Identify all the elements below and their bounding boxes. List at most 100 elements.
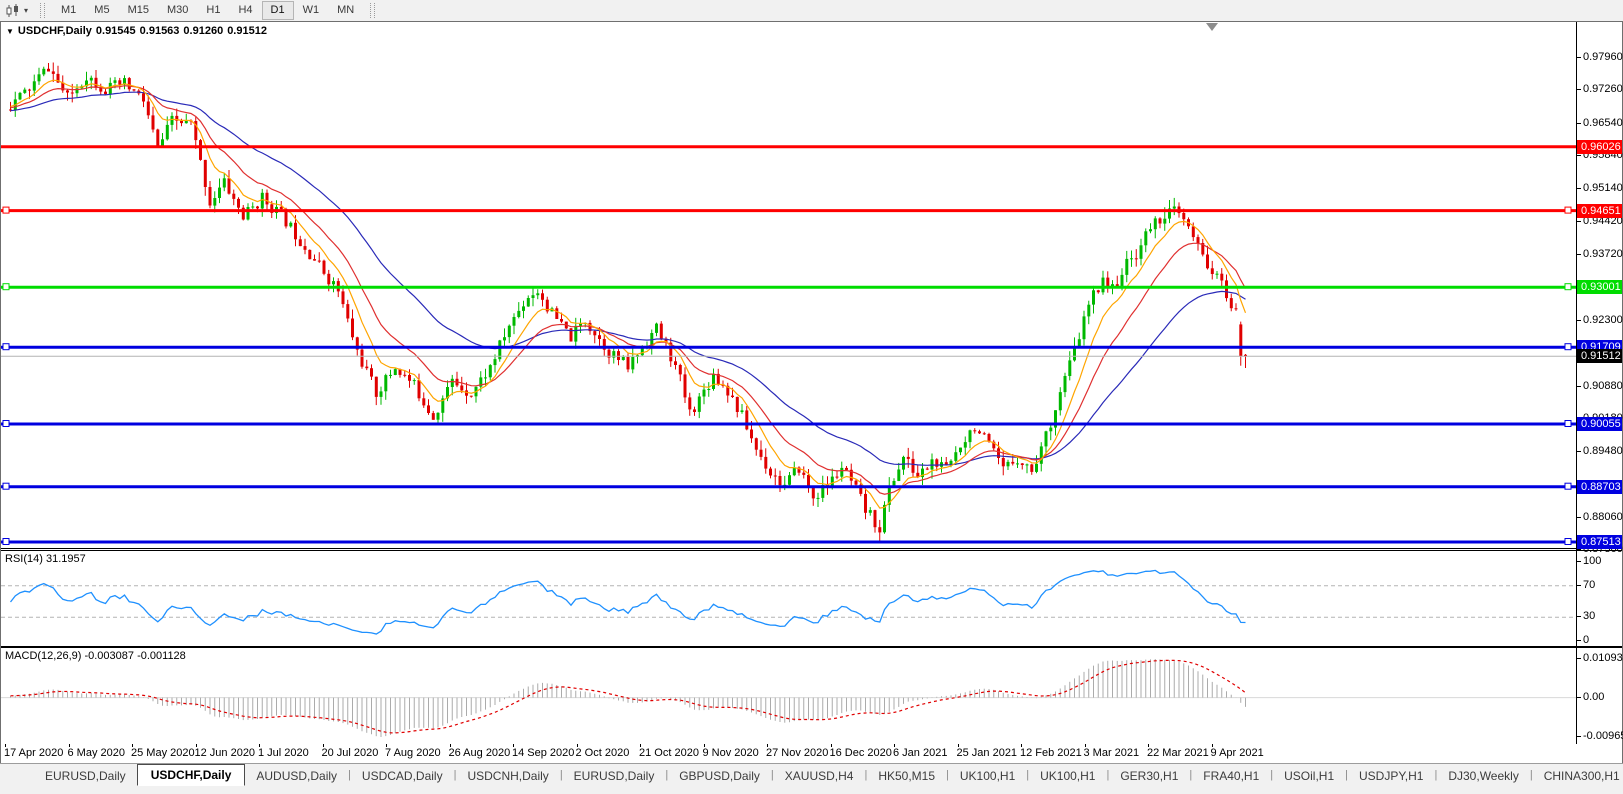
tab-usoil-h1[interactable]: USOil,H1: [1273, 766, 1345, 786]
price-tick-label: 0.97260: [1583, 83, 1623, 95]
hline-handle-right[interactable]: [1564, 420, 1572, 427]
axis-tick-dash: [1577, 585, 1581, 586]
hline-handle-left[interactable]: [2, 206, 10, 214]
tab-usdjpy-h1[interactable]: USDJPY,H1: [1348, 766, 1434, 786]
date-label: 9 Nov 2020: [702, 747, 759, 759]
price-tick-label: 0.93720: [1583, 248, 1623, 260]
price-axis[interactable]: 0.97960 0.97260 0.96540 0.95840 0.95140 0.944…: [1577, 22, 1623, 745]
symbol-label: USDCHF,Daily: [17, 25, 92, 37]
toolbar-grip-2: [370, 3, 376, 18]
hline-handle-right[interactable]: [1564, 482, 1572, 490]
tab-fra40-h1[interactable]: FRA40,H1: [1192, 766, 1270, 786]
rsi-line: [9, 569, 1246, 635]
price-tick-label: 0.96540: [1583, 117, 1623, 129]
rsi-canvas[interactable]: [1, 552, 1576, 645]
tab-audusd-daily[interactable]: AUDUSD,Daily: [245, 766, 348, 786]
top-toolbar: ▾ M1 M5 M15 M30 H1 H4 D1 W1 MN: [0, 0, 1623, 21]
price-tick-label: 0.89480: [1583, 445, 1623, 457]
axis-tick-dash: [1577, 616, 1581, 617]
date-label: 22 Mar 2021: [1147, 747, 1209, 759]
axis-tick-dash: [1577, 549, 1581, 550]
timeframe-buttons: M1 M5 M15 M30 H1 H4 D1 W1 MN: [52, 1, 363, 20]
axis-tick-dash: [1577, 221, 1581, 222]
tab-dj30-weekly[interactable]: DJ30,Weekly: [1437, 766, 1529, 786]
macd-tick-label: 0.010933: [1583, 652, 1623, 664]
timeframe-m5[interactable]: M5: [85, 1, 118, 20]
tab-eurusd-daily[interactable]: EURUSD,Daily: [34, 766, 137, 786]
chart-title: ▼ USDCHF,Daily 0.91545 0.91563 0.91260 0.9151…: [6, 25, 271, 37]
axis-tick-dash: [1577, 57, 1581, 58]
hline-price-badge: 0.88703: [1577, 480, 1622, 494]
timeframe-mn[interactable]: MN: [328, 1, 363, 20]
tab-usdcnh-daily[interactable]: USDCNH,Daily: [456, 766, 559, 786]
price-chart-canvas[interactable]: [1, 22, 1576, 547]
axis-tick-dash: [1577, 561, 1581, 562]
ohlc-open: 0.91545: [95, 25, 136, 37]
chart-tab-bar: EURUSD,Daily USDCHF,Daily AUDUSD,Daily | USD…: [0, 763, 1623, 786]
date-label: 6 Jan 2021: [893, 747, 948, 759]
tab-usdchf-daily[interactable]: USDCHF,Daily: [136, 764, 246, 786]
date-label: 14 Sep 2020: [512, 747, 575, 759]
timeframe-m1[interactable]: M1: [52, 1, 85, 20]
tab-ger30-h1[interactable]: GER30,H1: [1109, 766, 1189, 786]
tab-gbpusd-daily[interactable]: GBPUSD,Daily: [668, 766, 771, 786]
macd-pane[interactable]: MACD(12,26,9) -0.003087 -0.001128: [1, 647, 1622, 746]
timeframe-w1[interactable]: W1: [294, 1, 329, 20]
axis-tick-dash: [1577, 386, 1581, 387]
axis-tick-dash: [1577, 736, 1581, 737]
hline-handle-right[interactable]: [1564, 538, 1572, 545]
hline-price-badge: 0.90055: [1577, 417, 1622, 431]
axis-tick-dash: [1577, 89, 1581, 90]
date-label: 20 Jul 2020: [321, 747, 379, 759]
axis-tick-dash: [1577, 320, 1581, 321]
tab-hk50-m15[interactable]: HK50,M15: [867, 766, 946, 786]
date-label: 12 Jun 2020: [194, 747, 256, 759]
macd-canvas[interactable]: [1, 649, 1576, 744]
date-label: 16 Dec 2020: [829, 747, 892, 759]
price-pane[interactable]: ▼ USDCHF,Daily 0.91545 0.91563 0.91260 0.9151…: [1, 22, 1622, 549]
axis-tick-dash: [1577, 451, 1581, 452]
hline-handle-left[interactable]: [2, 482, 10, 490]
hline-price-badge: 0.87513: [1577, 535, 1622, 549]
price-tick-label: 0.95140: [1583, 182, 1623, 194]
chart-type-button[interactable]: ▾: [0, 0, 33, 21]
hline-handle-right[interactable]: [1564, 283, 1572, 291]
hline-handle-left[interactable]: [2, 343, 10, 351]
time-axis[interactable]: 17 Apr 2020 6 May 2020 25 May 2020 12 Jun 2…: [1, 744, 1622, 761]
hline-handle-right[interactable]: [1564, 343, 1572, 351]
axis-tick-dash: [1577, 640, 1581, 641]
price-tick-label: 0.90880: [1583, 380, 1623, 392]
rsi-tick-label: 0: [1583, 634, 1590, 646]
timeframe-m15[interactable]: M15: [119, 1, 158, 20]
timeframe-h4[interactable]: H4: [229, 1, 261, 20]
axis-tick-dash: [1577, 658, 1581, 659]
date-label: 26 Aug 2020: [448, 747, 511, 759]
tab-eurusd-daily[interactable]: EURUSD,Daily: [563, 766, 666, 786]
hline-handle-right[interactable]: [1564, 206, 1572, 214]
tab-usdcad-daily[interactable]: USDCAD,Daily: [351, 766, 454, 786]
rsi-pane[interactable]: RSI(14) 31.1957: [1, 550, 1622, 647]
ohlc-close: 0.91512: [227, 25, 267, 37]
date-label: 21 Oct 2020: [639, 747, 699, 759]
timeframe-h1[interactable]: H1: [197, 1, 229, 20]
tab-uk100-h1[interactable]: UK100,H1: [949, 766, 1026, 786]
ohlc-low: 0.91260: [183, 25, 224, 37]
hline-handle-left[interactable]: [2, 420, 10, 427]
date-label: 3 Mar 2021: [1083, 747, 1140, 759]
timeframe-m30[interactable]: M30: [158, 1, 197, 20]
tab-uk100-h1[interactable]: UK100,H1: [1029, 766, 1106, 786]
collapse-triangle-icon[interactable]: ▼: [6, 27, 14, 36]
rsi-tick-label: 100: [1583, 555, 1602, 567]
date-label: 1 Jul 2020: [258, 747, 309, 759]
hline-handle-left[interactable]: [2, 283, 10, 291]
rsi-tick-label: 30: [1583, 610, 1596, 622]
axis-tick-dash: [1577, 697, 1581, 698]
chart-shift-marker-icon[interactable]: [1206, 23, 1218, 31]
date-label: 17 Apr 2020: [4, 747, 64, 759]
axis-tick-dash: [1577, 123, 1581, 124]
timeframe-d1[interactable]: D1: [261, 1, 294, 20]
hline-handle-left[interactable]: [2, 538, 10, 545]
tab-xauusd-h4[interactable]: XAUUSD,H4: [774, 766, 865, 786]
tab-china300-h1[interactable]: CHINA300,H1: [1533, 766, 1623, 786]
chart-window: ▼ USDCHF,Daily 0.91545 0.91563 0.91260 0.9151…: [0, 21, 1623, 764]
